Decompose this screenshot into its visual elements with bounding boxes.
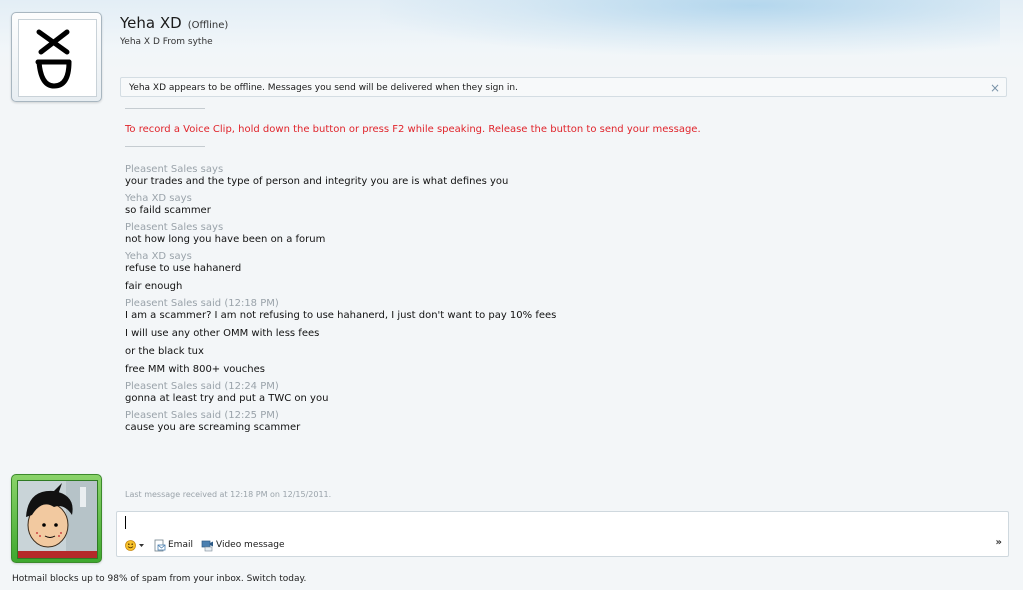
message-text: gonna at least try and put a TWC on you bbox=[125, 393, 329, 404]
conversation-history: Pleasent Sales says your trades and the t… bbox=[125, 164, 1005, 439]
message-text: not how long you have been on a forum bbox=[125, 234, 326, 245]
message-text: free MM with 800+ vouches bbox=[125, 364, 265, 375]
message-text: so faild scammer bbox=[125, 205, 211, 216]
offline-notice-text: Yeha XD appears to be offline. Messages … bbox=[129, 83, 518, 93]
contact-display-picture[interactable] bbox=[11, 12, 102, 102]
emoticon-button[interactable] bbox=[125, 539, 145, 551]
message-sender: Pleasent Sales said (12:24 PM) bbox=[125, 381, 279, 392]
message-sender: Yeha XD says bbox=[125, 251, 192, 262]
background-glow bbox=[380, 0, 1000, 55]
contact-status: (Offline) bbox=[187, 20, 229, 31]
message-text: refuse to use hahanerd bbox=[125, 263, 242, 274]
video-message-label: Video message bbox=[215, 540, 285, 550]
user-display-picture[interactable] bbox=[11, 474, 102, 563]
message-text: I will use any other OMM with less fees bbox=[125, 328, 320, 339]
text-caret bbox=[125, 516, 126, 529]
message-text: I am a scammer? I am not refusing to use… bbox=[125, 310, 557, 321]
hotmail-ad-link[interactable]: Hotmail blocks up to 98% of spam from yo… bbox=[12, 574, 306, 584]
message-input[interactable]: Email Video message » bbox=[116, 511, 1009, 557]
message-sender: Pleasent Sales said (12:25 PM) bbox=[125, 410, 279, 421]
message-text: fair enough bbox=[125, 281, 183, 292]
contact-avatar-image bbox=[18, 19, 97, 97]
xd-face-icon bbox=[35, 29, 72, 89]
message-text: or the black tux bbox=[125, 346, 204, 357]
email-icon bbox=[154, 539, 166, 551]
voice-clip-tip: To record a Voice Clip, hold down the bu… bbox=[125, 124, 701, 135]
message-text: cause you are screaming scammer bbox=[125, 422, 301, 433]
divider bbox=[125, 146, 205, 147]
compose-toolbar: Email Video message bbox=[125, 537, 293, 553]
video-message-icon bbox=[201, 540, 213, 551]
last-message-received: Last message received at 12:18 PM on 12/… bbox=[125, 490, 332, 499]
email-label: Email bbox=[168, 540, 193, 550]
email-button[interactable]: Email bbox=[153, 539, 193, 552]
message-sender: Pleasent Sales said (12:18 PM) bbox=[125, 298, 279, 309]
offline-notice-bar: Yeha XD appears to be offline. Messages … bbox=[120, 77, 1007, 97]
divider bbox=[125, 108, 205, 109]
contact-name-line: Yeha XD (Offline) bbox=[120, 14, 228, 32]
message-sender: Yeha XD says bbox=[125, 193, 192, 204]
more-chevron-icon[interactable]: » bbox=[996, 537, 1002, 548]
message-sender: Pleasent Sales says bbox=[125, 222, 224, 233]
contact-name: Yeha XD bbox=[120, 14, 182, 32]
video-message-button[interactable]: Video message bbox=[201, 539, 285, 552]
dropdown-arrow-icon bbox=[139, 543, 144, 547]
close-icon[interactable]: × bbox=[990, 78, 1000, 98]
message-sender: Pleasent Sales says bbox=[125, 164, 224, 175]
cartoon-boy-icon bbox=[18, 481, 97, 558]
emoticon-icon bbox=[125, 539, 136, 551]
contact-personal-message: Yeha X D From sythe bbox=[120, 37, 213, 47]
message-text: your trades and the type of person and i… bbox=[125, 176, 509, 187]
user-avatar-image bbox=[17, 480, 98, 559]
